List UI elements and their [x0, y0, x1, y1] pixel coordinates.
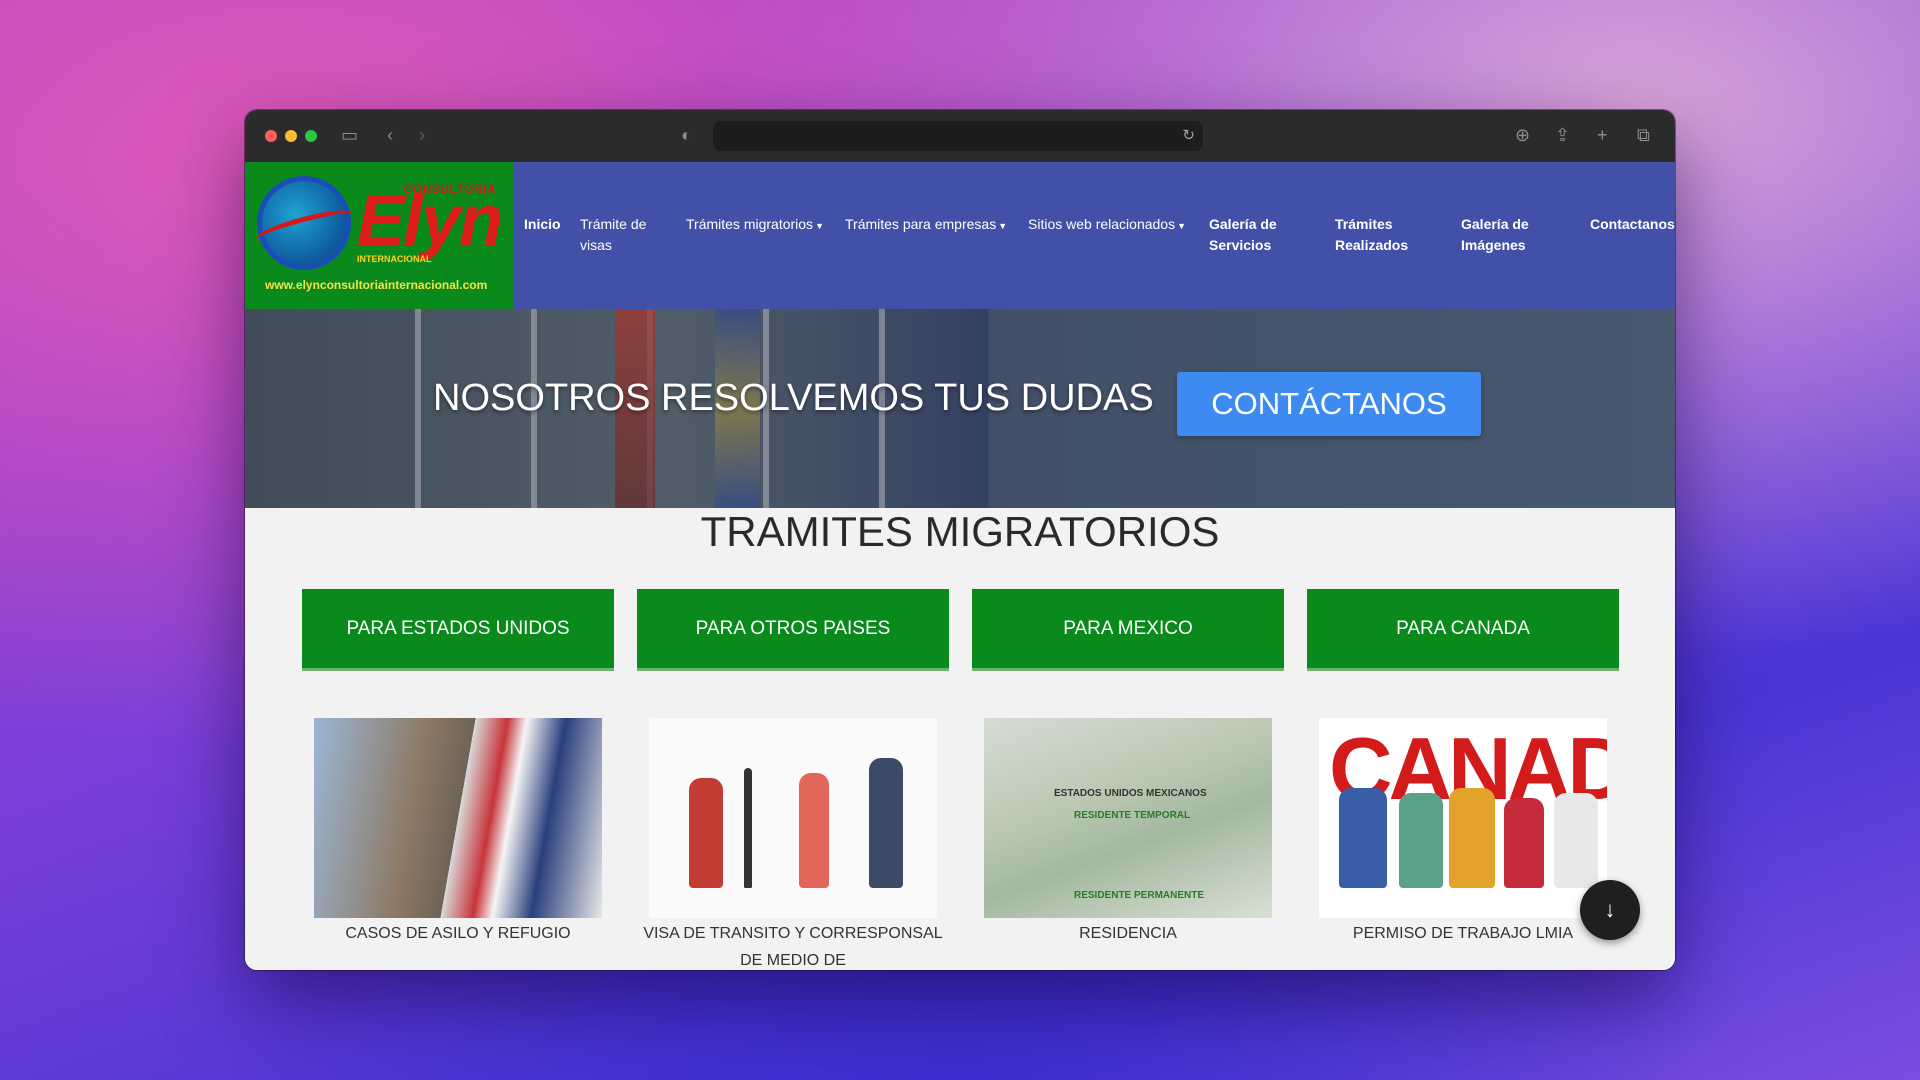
nav-inicio[interactable]: Inicio — [524, 214, 561, 235]
scroll-down-button[interactable]: ↓ — [1580, 880, 1640, 940]
reporter-figure — [689, 778, 723, 888]
new-tab-icon[interactable]: + — [1597, 124, 1608, 146]
tripod-figure — [744, 768, 752, 888]
reload-icon[interactable]: ↻ — [1182, 126, 1195, 144]
forward-icon[interactable]: › — [419, 124, 425, 146]
address-bar[interactable]: ↻ — [713, 121, 1203, 151]
arrow-down-icon: ↓ — [1604, 897, 1616, 922]
residencia-img-text-1: ESTADOS UNIDOS MEXICANOS — [1054, 788, 1207, 799]
hero-banner: NOSOTROS RESOLVEMOS TUS DUDAS CONTÁCTANO… — [245, 309, 1675, 508]
shield-icon[interactable]: ◐ — [681, 124, 692, 146]
site-navbar: CONSULTORIA Elyn INTERNACIONAL www.elync… — [245, 162, 1675, 309]
chevron-down-icon: ▼ — [1177, 221, 1187, 231]
logo-brand: Elyn — [357, 181, 503, 261]
worker-figure — [1339, 788, 1387, 888]
nav-galeria-servicios[interactable]: Galería de Servicios — [1209, 214, 1289, 256]
nav-tramite-visas[interactable]: Trámite de visas — [580, 214, 660, 256]
sidebar-icon[interactable]: ▭ — [341, 124, 358, 146]
nav-tramites-empresas[interactable]: Trámites para empresas ▼ — [845, 214, 1007, 237]
residencia-img-text-3: RESIDENTE PERMANENTE — [1074, 890, 1205, 901]
interviewee-figure — [869, 758, 903, 888]
section-title: TRAMITES MIGRATORIOS — [700, 508, 1220, 555]
site-logo[interactable]: CONSULTORIA Elyn INTERNACIONAL www.elync… — [245, 162, 514, 309]
interviewer-figure — [799, 773, 829, 888]
hero-headline: NOSOTROS RESOLVEMOS TUS DUDAS — [433, 377, 1154, 419]
back-icon[interactable]: ‹ — [387, 124, 393, 146]
card-label-visa-transito: VISA DE TRANSITO Y CORRESPONSAL DE MEDIO… — [643, 925, 943, 969]
worker-figure — [1399, 793, 1443, 888]
contact-button[interactable]: CONTÁCTANOS — [1177, 372, 1481, 436]
btn-canada[interactable]: PARA CANADA — [1307, 589, 1619, 671]
card-label-lmia: PERMISO DE TRABAJO LMIA — [1352, 925, 1574, 942]
logo-url: www.elynconsultoriainternacional.com — [265, 278, 488, 292]
share-icon[interactable]: ⇪ — [1555, 124, 1570, 146]
nav-sitios-web-label: Sitios web relacionados — [1028, 216, 1176, 232]
btn-otros-paises[interactable]: PARA OTROS PAISES — [637, 589, 949, 671]
chevron-down-icon: ▼ — [815, 221, 824, 231]
nav-tramites-empresas-label: Trámites para empresas — [845, 216, 997, 232]
browser-window: ▭ ‹ › ◐ ↻ ⊕ ⇪ + ⧉ CONSULTORIA Elyn INTER… — [245, 110, 1675, 970]
tabs-overview-icon[interactable]: ⧉ — [1637, 124, 1650, 146]
worker-figure — [1449, 788, 1495, 888]
logo-internacional: INTERNACIONAL — [357, 254, 432, 264]
download-icon[interactable]: ⊕ — [1515, 124, 1530, 146]
nav-galeria-imagenes[interactable]: Galería de Imágenes — [1461, 214, 1541, 256]
nav-tramites-migratorios-label: Trámites migratorios — [686, 216, 814, 232]
nav-tramites-migratorios[interactable]: Trámites migratorios ▼ — [686, 214, 824, 237]
worker-figure — [1554, 793, 1598, 888]
card-label-asilo: CASOS DE ASILO Y REFUGIO — [345, 925, 571, 942]
residencia-img-text-2: RESIDENTE TEMPORAL — [1074, 810, 1191, 821]
residencia-card-image[interactable]: ESTADOS UNIDOS MEXICANOS RESIDENTE TEMPO… — [984, 718, 1272, 918]
canada-card-image[interactable]: CANADA — [1319, 718, 1607, 918]
asylum-card-image[interactable] — [314, 718, 602, 918]
close-window-button[interactable] — [265, 130, 277, 142]
btn-estados-unidos[interactable]: PARA ESTADOS UNIDOS — [302, 589, 614, 671]
window-controls — [265, 130, 317, 142]
btn-mexico[interactable]: PARA MEXICO — [972, 589, 1284, 671]
nav-tramites-realizados[interactable]: Trámites Realizados — [1335, 214, 1415, 256]
nav-contactanos[interactable]: Contactanos — [1590, 214, 1675, 235]
worker-figure — [1504, 798, 1544, 888]
nav-sitios-web[interactable]: Sitios web relacionados ▼ — [1028, 214, 1186, 237]
globe-icon — [257, 176, 351, 270]
minimize-window-button[interactable] — [285, 130, 297, 142]
visa-card-image[interactable] — [649, 718, 937, 918]
tramites-section: TRAMITES MIGRATORIOS PARA ESTADOS UNIDOS… — [245, 508, 1675, 970]
zoom-window-button[interactable] — [305, 130, 317, 142]
card-label-residencia: RESIDENCIA — [1079, 925, 1177, 942]
browser-toolbar: ▭ ‹ › ◐ ↻ ⊕ ⇪ + ⧉ — [245, 110, 1675, 162]
chevron-down-icon: ▼ — [998, 221, 1008, 231]
